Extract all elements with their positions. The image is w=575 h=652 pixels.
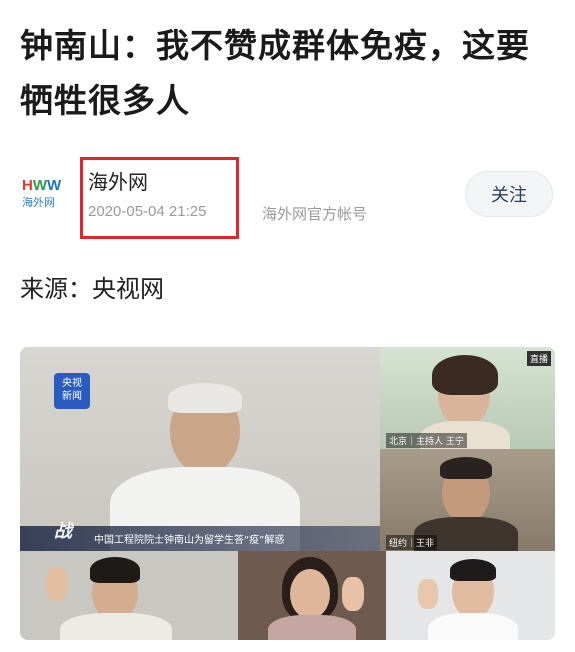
video-panel-student-1 [20, 551, 238, 640]
logo-text: 海外网 [22, 196, 55, 209]
video-thumbnail[interactable]: 央视 新闻 战 中国工程院院士钟南山为留学生答“疫”解惑 北京｜主持人 王宁 直播… [20, 347, 555, 640]
logo-letters: HWW [22, 177, 62, 194]
video-panel-host: 北京｜主持人 王宁 直播 [380, 347, 555, 449]
author-account-label: 海外网官方帐号 [262, 205, 368, 223]
publish-time: 2020-05-04 21:25 [88, 203, 207, 220]
video-panel-student-2 [238, 551, 386, 640]
video-main-panel: 央视 新闻 [20, 347, 380, 551]
article-source: 来源：央视网 [20, 275, 164, 303]
video-panel-student-3 [386, 551, 555, 640]
video-caption: 中国工程院院士钟南山为留学生答“疫”解惑 [94, 535, 285, 546]
follow-button[interactable]: 关注 [465, 171, 553, 217]
author-name[interactable]: 海外网 [88, 166, 148, 195]
live-tag: 直播 [526, 351, 551, 366]
cctv-news-logo: 央视 新闻 [54, 373, 90, 409]
host-name-tag: 北京｜主持人 王宁 [386, 433, 467, 448]
guest-name-tag: 纽约｜王非 [386, 535, 438, 550]
overlay-glyph: 战 [54, 521, 72, 542]
article-title: 钟南山：我不赞成群体免疫，这要牺牲很多人 [20, 26, 530, 120]
author-logo[interactable]: HWW 海外网 [22, 178, 66, 212]
video-panel-guest: 纽约｜王非 [380, 449, 555, 551]
